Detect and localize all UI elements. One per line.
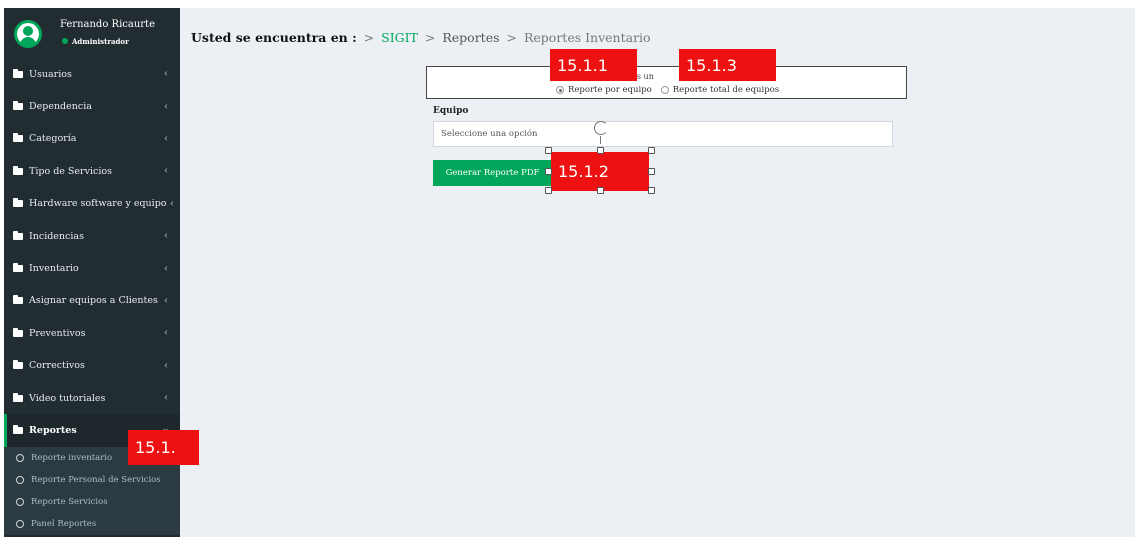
- submenu-item-reporte-servicios[interactable]: Reporte Servicios: [4, 491, 180, 513]
- chevron-left-icon: ‹: [164, 263, 168, 275]
- breadcrumb-current: Reportes Inventario: [523, 30, 651, 45]
- status-dot-icon: [62, 38, 68, 44]
- app-frame: Fernando Ricaurte Administrador Usuarios…: [0, 0, 1135, 537]
- user-role: Administrador: [62, 37, 129, 46]
- folder-icon: [13, 133, 23, 143]
- folder-icon: [13, 230, 23, 240]
- main-content: Usted se encuentra en : > SIGIT > Report…: [180, 8, 1135, 537]
- circle-icon: [16, 519, 24, 528]
- user-panel: Fernando Ricaurte Administrador: [4, 8, 180, 52]
- folder-icon: [13, 360, 23, 370]
- breadcrumb-home-link[interactable]: SIGIT: [381, 30, 418, 45]
- sidebar-item-label: Categoría: [29, 133, 77, 145]
- chevron-left-icon: ‹: [164, 165, 168, 177]
- circle-icon: [16, 497, 24, 506]
- submenu-item-label: Panel Reportes: [31, 518, 97, 529]
- chevron-left-icon: ‹: [164, 68, 168, 80]
- breadcrumb-separator: >: [424, 30, 436, 45]
- folder-icon: [13, 101, 23, 111]
- sidebar-item-label: Reportes: [29, 424, 77, 436]
- resize-handle[interactable]: [648, 147, 655, 154]
- chevron-left-icon: ‹: [164, 295, 168, 307]
- breadcrumb: Usted se encuentra en : > SIGIT > Report…: [191, 30, 651, 45]
- sidebar-item-categoria[interactable]: Categoría ‹: [4, 123, 180, 155]
- chevron-left-icon: ‹: [164, 101, 168, 113]
- annotation-tag-15-1-2: 15.1.2: [551, 152, 649, 191]
- sidebar-item-label: Hardware software y equipo: [29, 198, 167, 210]
- radio-label-total: Reporte total de equipos: [672, 85, 780, 95]
- sidebar-item-label: Inventario: [29, 263, 79, 275]
- breadcrumb-lead: Usted se encuentra en :: [191, 30, 357, 45]
- breadcrumb-section[interactable]: Reportes: [442, 30, 499, 45]
- sidebar-item-hardware[interactable]: Hardware software y equipo ‹: [4, 188, 180, 220]
- sidebar-item-usuarios[interactable]: Usuarios ‹: [4, 58, 180, 90]
- folder-icon: [13, 392, 23, 402]
- sidebar-item-incidencias[interactable]: Incidencias ‹: [4, 220, 180, 252]
- sidebar-item-label: Preventivos: [29, 327, 86, 339]
- chevron-left-icon: ‹: [164, 327, 168, 339]
- sidebar-item-correctivos[interactable]: Correctivos ‹: [4, 350, 180, 382]
- sidebar-item-label: Asignar equipos a Clientes: [29, 295, 158, 307]
- submenu-item-label: Reporte Personal de Servicios: [31, 474, 161, 485]
- report-type-box: nes un Reporte por equipo Reporte total …: [426, 66, 907, 99]
- resize-handle[interactable]: [545, 187, 552, 194]
- resize-handle[interactable]: [545, 147, 552, 154]
- annotation-tag-15-1: 15.1.: [128, 430, 199, 465]
- submenu-item-reporte-personal[interactable]: Reporte Personal de Servicios: [4, 469, 180, 491]
- chevron-left-icon: ‹: [164, 133, 168, 145]
- chevron-left-icon: ‹: [164, 360, 168, 372]
- sidebar-item-label: Video tutoriales: [29, 392, 106, 404]
- sidebar-item-label: Dependencia: [29, 101, 92, 113]
- generate-pdf-button[interactable]: Generar Reporte PDF: [433, 160, 552, 186]
- sidebar-item-label: Tipo de Servicios: [29, 165, 112, 177]
- folder-icon: [13, 198, 23, 208]
- sidebar-item-video-tutoriales[interactable]: Video tutoriales ‹: [4, 382, 180, 414]
- sidebar-item-dependencia[interactable]: Dependencia ‹: [4, 90, 180, 122]
- submenu-item-panel-reportes[interactable]: Panel Reportes: [4, 513, 180, 535]
- breadcrumb-separator: >: [363, 30, 375, 45]
- folder-icon: [13, 263, 23, 273]
- radio-reporte-total[interactable]: [660, 86, 669, 94]
- radio-label-por-equipo: Reporte por equipo: [568, 85, 652, 95]
- sidebar-item-preventivos[interactable]: Preventivos ‹: [4, 317, 180, 349]
- submenu-item-label: Reporte inventario: [31, 452, 113, 463]
- annotation-tag-15-1-3: 15.1.3: [679, 49, 776, 81]
- sidebar-item-label: Usuarios: [29, 68, 72, 80]
- annotation-tag-15-1-1: 15.1.1: [550, 49, 637, 81]
- sidebar-item-label: Correctivos: [29, 360, 85, 372]
- radio-reporte-por-equipo[interactable]: [556, 86, 564, 94]
- sidebar-item-label: Incidencias: [29, 230, 84, 242]
- equipo-select[interactable]: Seleccione una opción: [433, 121, 893, 147]
- resize-handle[interactable]: [545, 168, 552, 175]
- folder-icon: [13, 424, 23, 434]
- folder-icon: [13, 295, 23, 305]
- folder-icon: [13, 68, 23, 78]
- submenu-item-label: Reporte Servicios: [31, 496, 108, 507]
- chevron-left-icon: ‹: [170, 198, 174, 210]
- user-name: Fernando Ricaurte: [60, 19, 155, 30]
- resize-handle[interactable]: [597, 147, 604, 154]
- user-avatar-icon: [14, 20, 42, 48]
- sidebar-item-inventario[interactable]: Inventario ‹: [4, 252, 180, 284]
- user-role-label: Administrador: [72, 37, 129, 46]
- folder-icon: [13, 327, 23, 337]
- folder-icon: [13, 165, 23, 175]
- resize-handle[interactable]: [648, 168, 655, 175]
- rotate-icon[interactable]: [594, 121, 608, 135]
- resize-handle[interactable]: [648, 187, 655, 194]
- resize-handle[interactable]: [597, 187, 604, 194]
- chevron-left-icon: ‹: [164, 392, 168, 404]
- chevron-left-icon: ‹: [164, 230, 168, 242]
- breadcrumb-separator: >: [506, 30, 517, 45]
- equipo-label: Equipo: [433, 106, 469, 116]
- rotate-stem: [600, 136, 601, 144]
- report-type-options: Reporte por equipo Reporte total de equi…: [556, 85, 779, 95]
- sidebar-item-tipo-servicios[interactable]: Tipo de Servicios ‹: [4, 155, 180, 187]
- circle-icon: [16, 453, 24, 462]
- sidebar-item-asignar-equipos[interactable]: Asignar equipos a Clientes ‹: [4, 285, 180, 317]
- circle-icon: [16, 475, 24, 484]
